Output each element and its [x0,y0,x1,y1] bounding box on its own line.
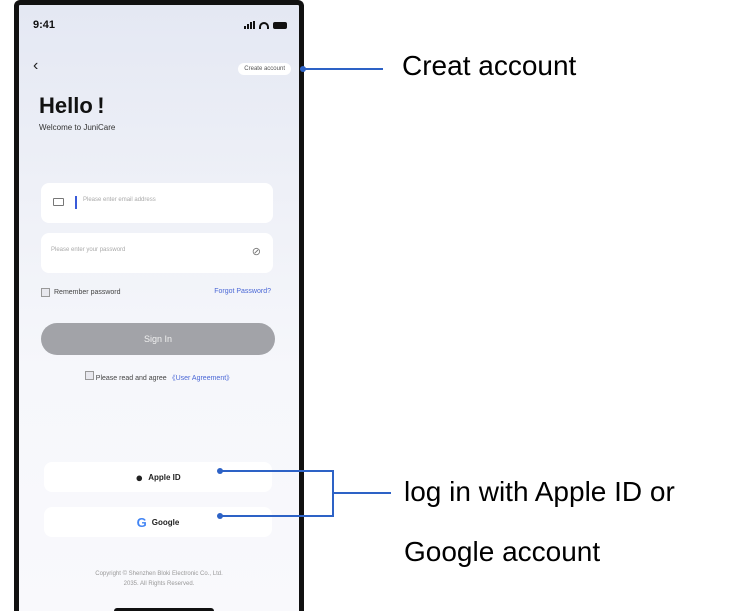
google-button[interactable]: G Google [44,507,272,537]
email-field[interactable]: Please enter email address [41,183,273,223]
text-cursor [75,196,77,209]
remember-label: Remember password [54,289,121,296]
status-time: 9:41 [33,19,56,31]
email-placeholder: Please enter email address [83,197,156,203]
create-account-button[interactable]: Create account [238,63,291,75]
password-field[interactable]: Please enter your password ⊘ [41,233,273,273]
callout-line-apple [220,470,333,472]
callout-line-social [333,492,391,494]
welcome-text: Welcome to JuniCare [39,123,116,132]
apple-icon: ● [135,469,144,485]
callout-line-google [220,515,333,517]
wifi-icon [259,22,269,29]
chevron-left-icon: ‹ [33,57,39,74]
agreement-row[interactable]: Please read and agree 《User Agreement》 [19,371,299,383]
annotation-create-account: Creat account [402,50,577,81]
battery-icon [273,22,287,29]
apple-label: Apple ID [148,472,181,482]
eye-off-icon[interactable]: ⊘ [252,245,261,258]
google-label: Google [151,517,180,527]
back-button[interactable]: ‹ [33,57,38,75]
google-icon: G [136,514,147,530]
status-icons [244,21,287,29]
agree-checkbox-icon[interactable] [84,371,94,380]
page-title: Hello ! [39,93,105,118]
annotation-social-line2: Google account [404,536,601,567]
phone-screen: 9:41 ‹ Create account Hello ! Welcome to… [14,0,304,611]
remember-password-checkbox[interactable]: Remember password [41,288,121,297]
copyright: Copyright © Shenzhen Bloki Electronic Co… [19,570,299,589]
annotation-social-line1: log in with Apple ID or [404,476,675,507]
user-agreement-link[interactable]: 《User Agreement》 [169,375,234,382]
forgot-password-link[interactable]: Forgot Password? [214,288,271,295]
callout-line-create [303,68,383,70]
copyright-line-1: Copyright © Shenzhen Bloki Electronic Co… [95,571,223,577]
copyright-line-2: 2035. All Rights Reserved. [123,580,195,587]
sign-in-button[interactable]: Sign In [41,323,275,355]
apple-id-button[interactable]: ● Apple ID [44,462,272,492]
checkbox-icon [41,288,50,297]
signal-icon [244,21,255,29]
mail-icon [53,198,64,206]
agree-label: Please read and agree [95,375,167,382]
password-placeholder: Please enter your password [51,247,126,253]
